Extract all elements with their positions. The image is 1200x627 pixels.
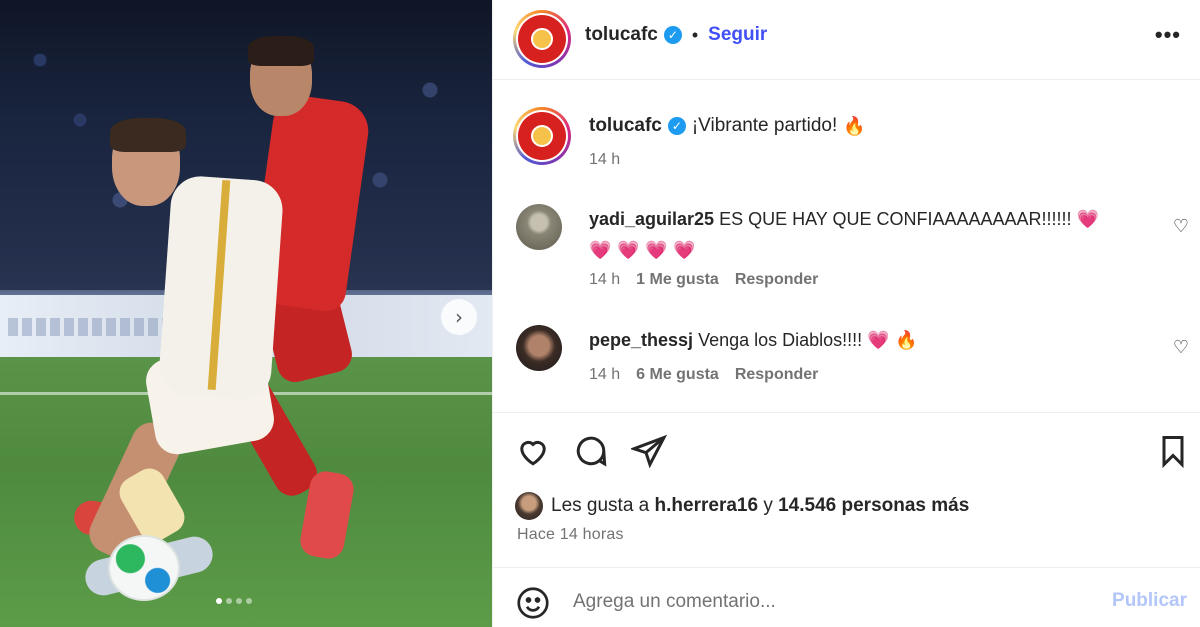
comment-avatar[interactable] [516, 325, 562, 371]
avatar-inner [516, 110, 568, 162]
comment-username[interactable]: pepe_thessj [589, 330, 693, 350]
caption-text: ¡Vibrante partido! [691, 115, 838, 136]
caption-username[interactable]: tolucafc [589, 115, 662, 137]
like-heart-icon[interactable] [515, 433, 551, 469]
carousel-dot [236, 598, 242, 604]
carousel-dots [216, 598, 252, 604]
post-header: tolucafc ✓ • Seguir ••• [493, 0, 1200, 80]
crest-core [531, 28, 553, 50]
toluca-crest-logo [518, 112, 566, 160]
comment-like-heart-icon[interactable]: ♡ [1173, 337, 1189, 358]
carousel-dot [226, 598, 232, 604]
comment-time[interactable]: 14 h [589, 366, 620, 384]
post-panel: tolucafc ✓ • Seguir ••• tolucafc ✓ ¡Vibr… [492, 0, 1200, 627]
white-player-hair [110, 118, 186, 152]
comment-input[interactable] [573, 588, 1093, 616]
post-media[interactable]: › [0, 0, 492, 627]
carousel-dot [216, 598, 222, 604]
share-send-icon[interactable] [631, 433, 667, 469]
actions-divider [493, 412, 1200, 413]
likes-count[interactable]: 14.546 personas más [778, 495, 969, 516]
emoji-smiley-icon[interactable] [515, 585, 551, 621]
red-player-hair [248, 36, 314, 66]
publish-button[interactable]: Publicar [1112, 590, 1187, 612]
carousel-dot [246, 598, 252, 604]
save-bookmark-icon[interactable] [1155, 433, 1191, 469]
crest-core [531, 125, 553, 147]
header-username[interactable]: tolucafc [585, 24, 658, 46]
comment-avatar[interactable] [516, 204, 562, 250]
avatar[interactable] [513, 10, 571, 68]
comment-meta: 14 h 1 Me gusta Responder [589, 271, 818, 289]
more-options-icon[interactable]: ••• [1155, 22, 1181, 48]
comment-bar: Publicar [493, 567, 1200, 627]
reply-button[interactable]: Responder [735, 271, 819, 289]
comment-likes[interactable]: 1 Me gusta [636, 271, 719, 289]
heart-emoji-icon: 💗 [1076, 209, 1099, 230]
comment-bubble-icon[interactable] [573, 433, 609, 469]
liker-avatar[interactable] [515, 492, 543, 520]
likes-summary: Les gusta a h.herrera16 y 14.546 persona… [515, 492, 969, 520]
header-user: tolucafc ✓ • Seguir [585, 24, 767, 46]
comment-likes[interactable]: 6 Me gusta [636, 366, 719, 384]
likes-prefix: Les gusta a [551, 495, 650, 516]
avatar-inner [516, 13, 568, 65]
verified-badge-icon: ✓ [663, 26, 682, 44]
reply-button[interactable]: Responder [735, 366, 819, 384]
toluca-crest-logo [518, 15, 566, 63]
comment-like-heart-icon[interactable]: ♡ [1173, 216, 1189, 237]
comment-text: ES QUE HAY QUE CONFIAAAAAAAAR!!!!!! [719, 209, 1072, 229]
comment-username[interactable]: yadi_aguilar25 [589, 209, 714, 229]
caption-avatar[interactable] [513, 107, 571, 165]
comment-meta: 14 h 6 Me gusta Responder [589, 366, 818, 384]
likes-user[interactable]: h.herrera16 [655, 495, 759, 516]
follow-button[interactable]: Seguir [708, 24, 767, 46]
header-separator: • [691, 24, 699, 45]
verified-badge-icon: ✓ [667, 117, 686, 135]
caption-time[interactable]: 14 h [589, 151, 620, 169]
heart-fire-emoji-icon: 💗 🔥 [867, 330, 918, 351]
chevron-right-icon[interactable]: › [441, 299, 477, 335]
heart-emoji-icon: 💗 💗 💗 💗 [589, 240, 696, 261]
post-caption: tolucafc ✓ ¡Vibrante partido! 🔥 [589, 115, 866, 137]
comment-text: Venga los Diablos!!!! [698, 330, 863, 350]
comment-body: pepe_thessj Venga los Diablos!!!! 💗 🔥 [589, 325, 1129, 356]
likes-connector: y [763, 495, 773, 516]
comment-time[interactable]: 14 h [589, 271, 620, 289]
comment-body: yadi_aguilar25 ES QUE HAY QUE CONFIAAAAA… [589, 204, 1129, 266]
likes-text[interactable]: Les gusta a h.herrera16 y 14.546 persona… [551, 495, 969, 517]
fire-emoji-icon: 🔥 [843, 115, 866, 137]
post-time[interactable]: Hace 14 horas [517, 526, 624, 544]
soccer-ball [108, 535, 180, 601]
